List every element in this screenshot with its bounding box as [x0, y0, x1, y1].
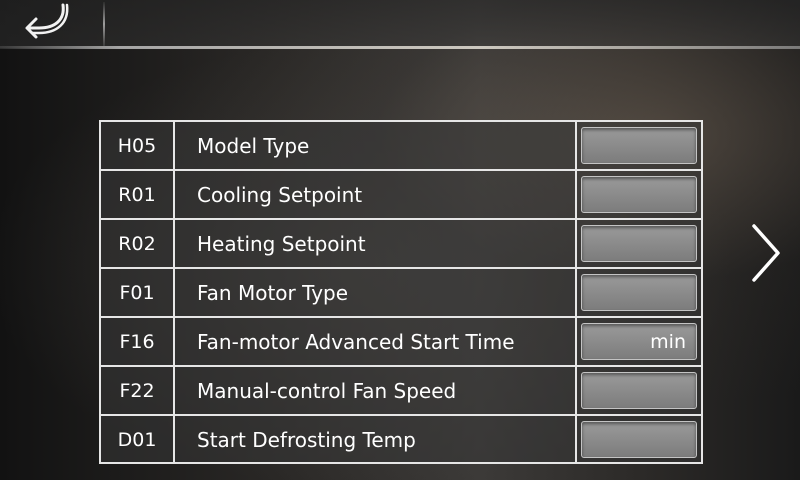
parameter-label: Fan Motor Type — [197, 280, 349, 305]
parameter-value-field[interactable] — [581, 421, 697, 458]
parameter-code: D01 — [101, 416, 175, 464]
parameter-code: R01 — [101, 171, 175, 218]
next-page-button[interactable] — [745, 222, 785, 288]
table-row: D01 Start Defrosting Temp — [101, 416, 701, 464]
parameter-label: Manual-control Fan Speed — [197, 378, 457, 403]
parameter-label: Heating Setpoint — [197, 231, 366, 256]
parameter-label: Model Type — [197, 133, 310, 158]
parameter-value-field[interactable] — [581, 127, 697, 164]
table-row: R02 Heating Setpoint — [101, 220, 701, 269]
table-row: H05 Model Type — [101, 122, 701, 171]
table-row: R01 Cooling Setpoint — [101, 171, 701, 220]
parameter-value-field[interactable] — [581, 372, 697, 409]
table-row: F16 Fan-motor Advanced Start Time min — [101, 318, 701, 367]
parameter-value-cell: min — [575, 318, 701, 365]
parameter-value-cell — [575, 367, 701, 414]
parameter-code: F01 — [101, 269, 175, 316]
back-arrow-icon — [17, 2, 71, 46]
parameter-value-field[interactable] — [581, 225, 697, 262]
parameter-value-cell — [575, 122, 701, 169]
back-button[interactable] — [14, 2, 74, 46]
parameter-label: Start Defrosting Temp — [197, 428, 416, 452]
parameter-value-field[interactable] — [581, 176, 697, 213]
parameter-value-field[interactable]: min — [581, 323, 697, 360]
parameter-code: F22 — [101, 367, 175, 414]
parameter-label: Cooling Setpoint — [197, 182, 363, 207]
chevron-right-icon — [748, 222, 782, 288]
parameter-label: Fan-motor Advanced Start Time — [197, 329, 515, 354]
top-bar — [0, 0, 800, 48]
parameter-value-cell — [575, 220, 701, 267]
parameter-code: F16 — [101, 318, 175, 365]
parameter-value-field[interactable] — [581, 274, 697, 311]
parameter-value-cell — [575, 269, 701, 316]
table-row: F01 Fan Motor Type — [101, 269, 701, 318]
table-row: F22 Manual-control Fan Speed — [101, 367, 701, 416]
top-bar-divider-line — [0, 46, 800, 49]
parameter-value-cell — [575, 171, 701, 218]
parameter-table: H05 Model Type R01 Cooling Setpoint R02 … — [99, 120, 703, 464]
parameter-value-cell — [575, 416, 701, 464]
parameter-code: H05 — [101, 122, 175, 169]
parameter-code: R02 — [101, 220, 175, 267]
top-bar-separator — [103, 2, 105, 46]
